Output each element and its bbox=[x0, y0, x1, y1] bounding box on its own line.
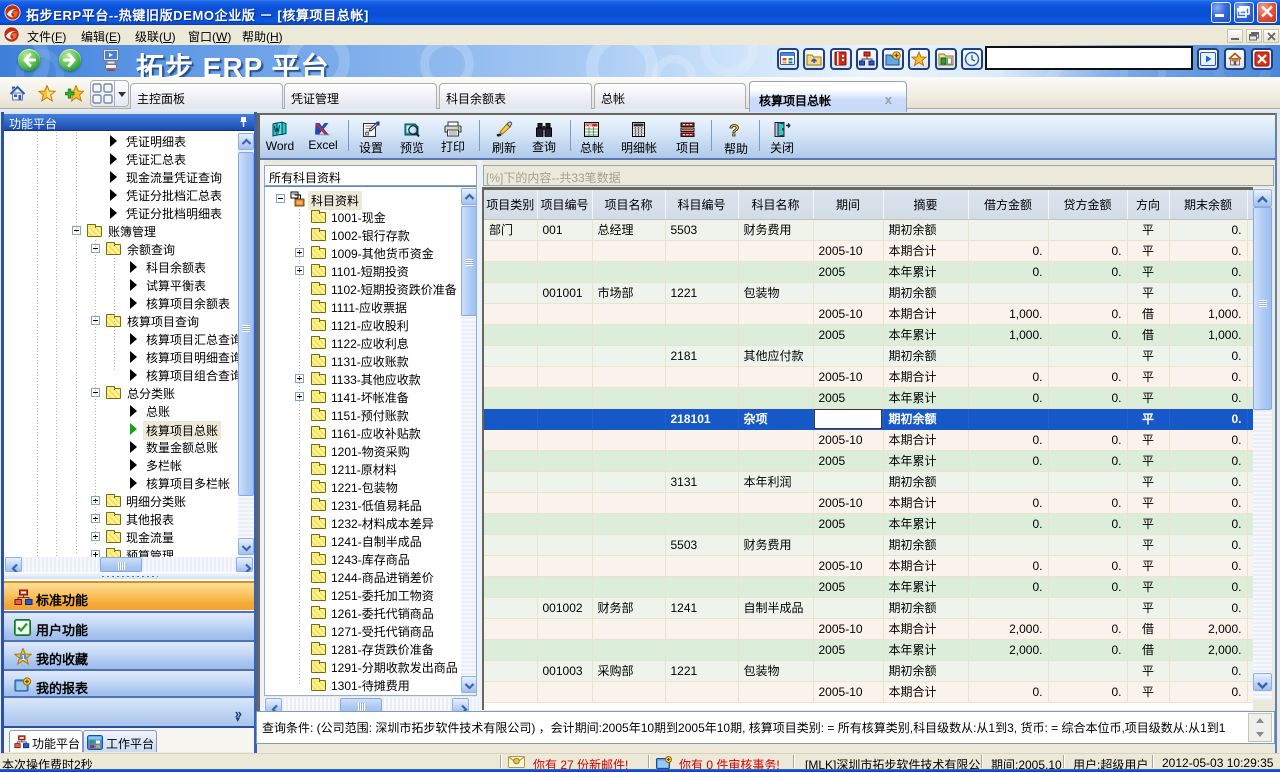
svg-text:1: 1 bbox=[21, 655, 25, 662]
svg-text:?: ? bbox=[729, 121, 739, 139]
svg-text:CHI: CHI bbox=[586, 123, 592, 127]
